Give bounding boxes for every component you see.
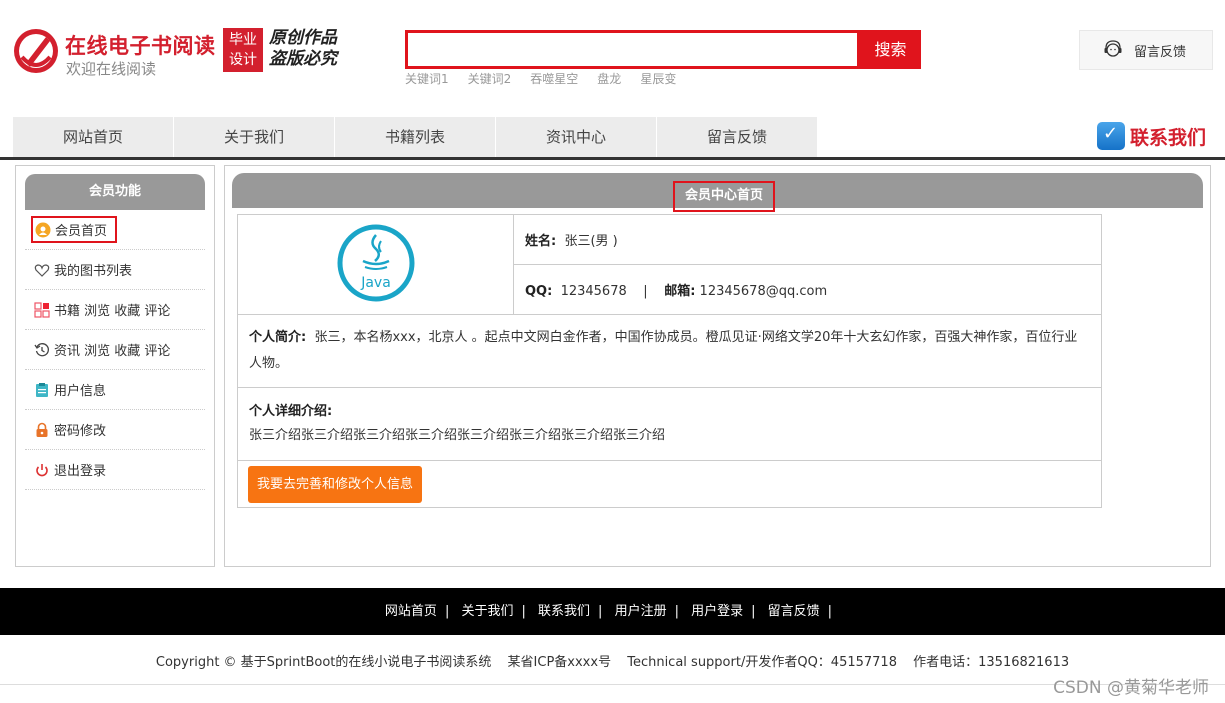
sidebar-item-label: 用户信息 [54, 384, 107, 399]
sidebar-item-user-info[interactable]: 用户信息 [25, 370, 205, 410]
member-home-icon [35, 222, 51, 238]
nav-item-news[interactable]: 资讯中心 [496, 117, 656, 157]
copyright-line: Copyright © 基于SprintBoot的在线小说电子书阅读系统 某省I… [0, 651, 1225, 670]
keyword-list: 关键词1 关键词2 吞噬星空 盘龙 星辰变 [405, 70, 695, 87]
detail-cell: 个人详细介绍: 张三介绍张三介绍张三介绍张三介绍张三介绍张三介绍张三介绍张三介绍 [237, 387, 1102, 461]
support-text: Technical support/开发作者QQ：45157718 [627, 655, 897, 670]
main-header-bar: 会员中心首页 [232, 173, 1203, 212]
intro-label: 个人简介: [249, 330, 307, 345]
sidebar-item-member-home[interactable]: 会员首页 [25, 210, 205, 250]
sidebar-item-label: 密码修改 [54, 424, 107, 439]
feedback-label: 留言反馈 [1134, 44, 1187, 60]
footer-link-contact[interactable]: 联系我们 [538, 604, 590, 619]
footer-separator: | [827, 604, 833, 619]
footer-separator: | [521, 604, 526, 619]
footer-link-login[interactable]: 用户登录 [691, 604, 743, 619]
footer-link-about[interactable]: 关于我们 [461, 604, 513, 619]
slogan-line-2: 盗版必究 [269, 49, 337, 69]
footer-separator: | [674, 604, 679, 619]
footer-separator: | [751, 604, 756, 619]
avatar: Java [337, 224, 414, 301]
footer-link-feedback[interactable]: 留言反馈 [768, 604, 820, 619]
sidebar-item-logout[interactable]: 退出登录 [25, 450, 205, 490]
avatar-label: Java [360, 275, 391, 291]
icp-text: 某省ICP备xxxx号 [507, 655, 612, 670]
graduation-badge: 毕业 设计 [223, 28, 263, 72]
detail-label: 个人详细介绍: [249, 404, 333, 419]
divider: | [643, 284, 648, 299]
site-subtitle: 欢迎在线阅读 [66, 60, 157, 78]
slogan-line-1: 原创作品 [269, 28, 337, 48]
keyword-link[interactable]: 星辰变 [640, 70, 676, 87]
headset-icon [1104, 40, 1122, 57]
page-title: 会员中心首页 [673, 181, 776, 212]
avatar-cell: Java [237, 214, 514, 315]
slogan: 原创作品 盗版必究 [269, 28, 337, 70]
keyword-link[interactable]: 盘龙 [597, 70, 621, 87]
sidebar-item-news-activity[interactable]: 资讯 浏览 收藏 评论 [25, 330, 205, 370]
nav-item-home[interactable]: 网站首页 [13, 117, 173, 157]
copyright-text: Copyright © 基于SprintBoot的在线小说电子书阅读系统 [155, 655, 492, 670]
book-heart-icon [34, 262, 50, 278]
search-button[interactable]: 搜索 [860, 30, 921, 69]
edit-profile-button[interactable]: 我要去完善和修改个人信息 [248, 465, 423, 503]
site-title: 在线电子书阅读 [65, 34, 216, 58]
nav-item-books[interactable]: 书籍列表 [335, 117, 495, 157]
contact-label: 联系我们 [1130, 126, 1207, 149]
footer-nav: 网站首页 | 关于我们 | 联系我们 | 用户注册 | 用户登录 | 留言反馈 | [0, 588, 1225, 635]
keyword-link[interactable]: 关键词1 [405, 70, 449, 87]
contact-us-link[interactable]: 联系我们 [1097, 122, 1206, 150]
contact-cell: QQ: 12345678 | 邮箱: 12345678@qq.com [513, 264, 1102, 315]
nav-item-feedback[interactable]: 留言反馈 [657, 117, 817, 157]
detail-value: 张三介绍张三介绍张三介绍张三介绍张三介绍张三介绍张三介绍张三介绍 [249, 428, 666, 443]
history-icon [34, 342, 50, 358]
intro-value: 张三，本名杨xxx，北京人 。起点中文网白金作者，中国作协成员。橙瓜见证·网络文… [249, 330, 1078, 371]
grid-icon [34, 301, 50, 318]
keyword-link[interactable]: 关键词2 [468, 70, 512, 87]
sidebar-item-label: 书籍 浏览 收藏 评论 [54, 304, 171, 319]
clipboard-icon [34, 382, 50, 398]
name-cell: 姓名: 张三(男 ) [513, 214, 1102, 265]
name-label: 姓名: [525, 234, 557, 249]
sidebar-item-password[interactable]: 密码修改 [25, 410, 205, 450]
qq-value: 12345678 [560, 284, 627, 299]
footer-link-register[interactable]: 用户注册 [615, 604, 667, 619]
search-input[interactable] [405, 30, 860, 69]
lock-icon [34, 422, 50, 438]
badge-line-2: 设计 [229, 52, 257, 68]
sidebar-item-label: 退出登录 [54, 464, 107, 479]
nav-divider [0, 157, 1225, 160]
email-value: 12345678@qq.com [699, 284, 828, 299]
action-cell: 我要去完善和修改个人信息 [237, 460, 1102, 508]
qq-label: QQ: [525, 284, 553, 299]
sidebar-title: 会员功能 [25, 174, 205, 210]
footer-separator: | [444, 604, 450, 619]
bottom-divider [0, 684, 1225, 685]
keyword-link[interactable]: 吞噬星空 [530, 70, 578, 87]
footer-link-home[interactable]: 网站首页 [385, 604, 437, 619]
member-main-panel: 会员中心首页 Java 姓名: 张三(男 ) QQ: 12345678 | 邮箱… [224, 165, 1211, 567]
intro-cell: 个人简介: 张三，本名杨xxx，北京人 。起点中文网白金作者，中国作协成员。橙瓜… [237, 314, 1102, 388]
footer-separator: | [598, 604, 603, 619]
sidebar-item-label: 我的图书列表 [54, 264, 133, 279]
name-value: 张三(男 ) [564, 234, 618, 249]
feedback-button[interactable]: 留言反馈 [1079, 30, 1213, 70]
phone-icon [1097, 122, 1125, 150]
phone-text: 作者电话：13516821613 [913, 655, 1070, 670]
email-label: 邮箱: [664, 284, 696, 299]
sidebar-item-label: 资讯 浏览 收藏 评论 [54, 344, 171, 359]
main-nav: 网站首页 关于我们 书籍列表 资讯中心 留言反馈 [13, 117, 818, 157]
badge-line-1: 毕业 [229, 32, 257, 48]
site-logo[interactable] [12, 27, 60, 75]
nav-item-about[interactable]: 关于我们 [174, 117, 334, 157]
sidebar-item-label: 会员首页 [55, 224, 108, 239]
watermark: CSDN @黄菊华老师 [1053, 678, 1209, 698]
power-icon [34, 462, 50, 478]
profile-table: Java 姓名: 张三(男 ) QQ: 12345678 | 邮箱: 12345… [237, 214, 1102, 508]
member-sidebar: 会员功能 会员首页 我的图书列表 书籍 浏览 收藏 评论 资讯 浏览 收藏 评论… [15, 165, 215, 567]
sidebar-item-books-activity[interactable]: 书籍 浏览 收藏 评论 [25, 290, 205, 330]
sidebar-item-my-books[interactable]: 我的图书列表 [25, 250, 205, 290]
